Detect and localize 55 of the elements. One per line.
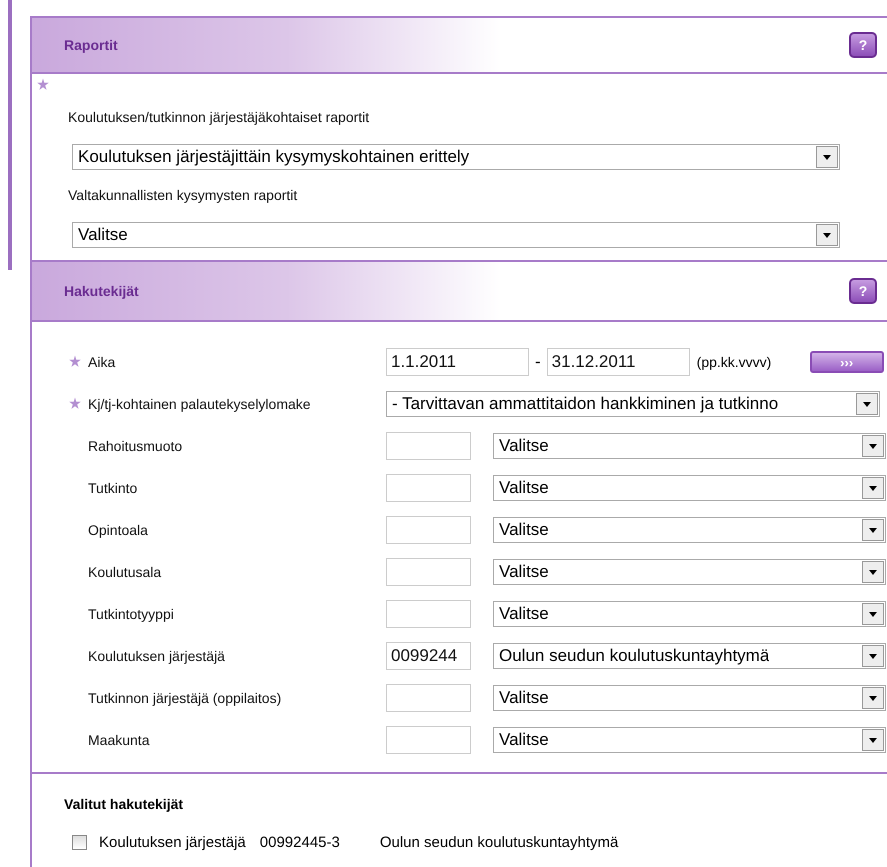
dropdown[interactable]: - Tarvittavan ammattitaidon hankkiminen ja tutkinno — [386, 391, 880, 417]
dropdown[interactable]: Valitse — [493, 559, 886, 585]
caret-icon — [862, 477, 884, 499]
dropdown[interactable]: Valitse — [493, 433, 886, 459]
code-field[interactable] — [386, 600, 471, 628]
dropdown[interactable]: Valitse — [493, 601, 886, 627]
checkbox[interactable] — [72, 835, 87, 850]
dropdown[interactable]: Valitse — [493, 685, 886, 711]
code-field[interactable] — [386, 684, 471, 712]
criterion-name: Oulun seudun koulutuskuntayhtymä — [380, 834, 618, 851]
caret-icon — [856, 393, 878, 415]
field-label: Koulutuksen järjestäjä — [88, 648, 225, 664]
field-label: Opintoala — [88, 522, 148, 538]
caret-icon — [862, 645, 884, 667]
field-label: Kj/tj-kohtainen palautekyselylomake — [88, 396, 311, 412]
code-field[interactable] — [386, 432, 471, 460]
caret-icon — [816, 224, 838, 246]
section-title: Raportit — [64, 37, 118, 53]
criterion-code: 00992445-3 — [260, 834, 340, 851]
field-label: Aika — [88, 354, 116, 370]
range-dash: - — [535, 352, 541, 372]
section-title: Valitut hakutekijät — [64, 796, 184, 812]
caret-icon — [862, 435, 884, 457]
caret-icon — [862, 729, 884, 751]
field-label: Tutkintotyyppi — [88, 606, 174, 622]
section-title: Hakutekijät — [64, 283, 139, 299]
caret-icon — [862, 603, 884, 625]
field-label: Koulutusala — [88, 564, 162, 580]
dropdown[interactable]: Valitse — [493, 727, 886, 753]
date-format-hint: (pp.kk.vvvv) — [696, 354, 772, 370]
required-icon — [68, 355, 82, 369]
caret-icon — [816, 146, 838, 168]
dropdown[interactable]: Valitse — [493, 475, 886, 501]
field-label: Tutkinto — [88, 480, 138, 496]
code-field[interactable] — [386, 726, 471, 754]
dropdown[interactable]: Valitse — [72, 222, 840, 248]
caret-icon — [862, 687, 884, 709]
caret-icon — [862, 561, 884, 583]
field-label: Rahoitusmuoto — [88, 438, 182, 454]
end-date-field[interactable]: 31.12.2011 — [546, 348, 690, 376]
caret-icon — [862, 519, 884, 541]
dropdown[interactable]: Valitse — [493, 517, 886, 543]
dropdown[interactable]: Oulun seudun koulutuskuntayhtymä — [493, 643, 886, 669]
code-field[interactable] — [386, 558, 471, 586]
code-field[interactable] — [386, 474, 471, 502]
code-field[interactable] — [386, 516, 471, 544]
field-label: Maakunta — [88, 732, 150, 748]
field-label: Valtakunnallisten kysymysten raportit — [68, 187, 298, 205]
required-icon — [68, 397, 82, 411]
code-field[interactable]: 0099244 — [386, 642, 471, 670]
field-label: Koulutuksen/tutkinnon järjestäjäkohtaiset raportit — [68, 109, 370, 127]
dropdown[interactable]: Koulutuksen järjestäjittäin kysymyskohtainen erittely — [72, 144, 840, 170]
start-date-field[interactable]: 1.1.2011 — [386, 348, 529, 376]
criterion-type: Koulutuksen järjestäjä — [99, 834, 246, 851]
field-label: Tutkinnon järjestäjä (oppilaitos) — [88, 690, 282, 706]
